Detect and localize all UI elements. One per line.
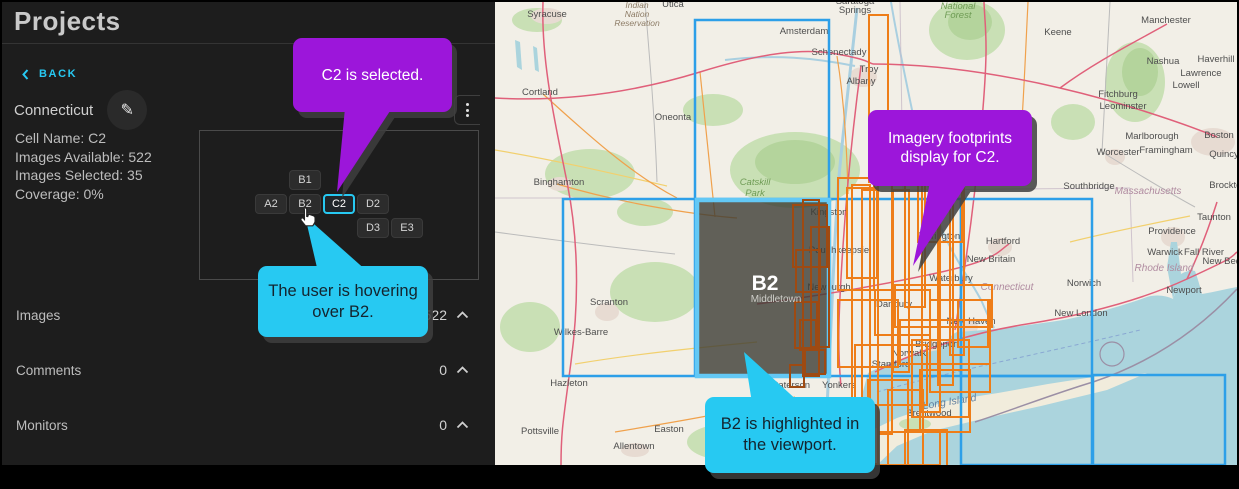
map-label: Albany xyxy=(846,76,875,87)
map-label: Easton xyxy=(654,424,684,435)
map-label: Oneonta xyxy=(655,112,692,123)
map-label: Southbridge xyxy=(1063,181,1114,192)
stat-coverage: Coverage: 0% xyxy=(15,185,104,202)
map-label: Taunton xyxy=(1197,212,1231,223)
map-label: Keene xyxy=(1044,27,1071,38)
app-window: Projects BACK Connecticut ✎ Cell Name: C… xyxy=(0,0,1239,489)
map-label: Springs xyxy=(839,5,871,16)
map-label: Waterbury xyxy=(929,273,973,284)
map-label: Worcester xyxy=(1096,147,1139,158)
map-label: Manchester xyxy=(1141,15,1191,26)
project-name: Connecticut xyxy=(14,101,94,119)
map-label: Allentown xyxy=(613,441,654,452)
map-label: Middletown xyxy=(751,294,802,305)
map-label: Providence xyxy=(1148,226,1196,237)
callout-b2-highlighted: B2 is highlighted in the viewport. xyxy=(705,350,880,476)
map-label: Reservation xyxy=(614,18,660,28)
map-label: Nashua xyxy=(1147,56,1180,67)
map-label: Lowell xyxy=(1173,80,1200,91)
section-comments[interactable]: Comments 0 xyxy=(2,359,483,381)
map-label: Connecticut xyxy=(981,282,1035,293)
map-label: Quincy xyxy=(1209,149,1237,160)
map-label: Marlborough xyxy=(1125,131,1178,142)
callout-text: C2 is selected. xyxy=(293,38,452,112)
map-label: Massachusetts xyxy=(1115,186,1182,197)
map-label: Rhode Island xyxy=(1135,263,1194,274)
dot-icon xyxy=(466,114,469,117)
map-label: Brockton xyxy=(1209,180,1237,191)
stat-images-available: Images Available: 522 xyxy=(15,148,152,165)
page-title: Projects xyxy=(14,6,121,36)
map-label: Warwick xyxy=(1147,247,1183,258)
highlighted-cell-label: B2 xyxy=(752,272,779,295)
hand-cursor-icon xyxy=(300,207,316,227)
map-label: Norwich xyxy=(1067,278,1101,289)
map-label: Catskill xyxy=(740,177,772,188)
callout-c2-selected: C2 is selected. xyxy=(293,38,463,198)
back-label: BACK xyxy=(39,68,78,80)
dot-icon xyxy=(466,103,469,106)
callout-imagery-footprints: Imagery footprints display for C2. xyxy=(868,110,1038,270)
section-label: Monitors xyxy=(16,417,68,433)
callout-text: The user is hovering over B2. xyxy=(258,266,428,337)
chevron-up-icon[interactable] xyxy=(456,366,469,374)
map-label: Schenectady xyxy=(812,47,867,58)
map-label: Park xyxy=(745,188,766,199)
map-label: Framingham xyxy=(1139,145,1192,156)
section-label: Images xyxy=(16,307,61,323)
map-label: Haverhill xyxy=(1198,54,1235,65)
section-count: 0 xyxy=(439,362,447,378)
stat-images-selected: Images Selected: 35 xyxy=(15,167,143,183)
map-label: Leominster xyxy=(1100,101,1147,112)
stat-cell-name: Cell Name: C2 xyxy=(15,130,107,146)
map-label: New London xyxy=(1054,308,1107,319)
callout-text: B2 is highlighted in the viewport. xyxy=(705,397,875,473)
map-label: Cortland xyxy=(522,87,558,98)
minimap-cell-button-A2[interactable]: A2 xyxy=(255,194,287,214)
project-row: Connecticut ✎ xyxy=(14,90,148,130)
map-label: Syracuse xyxy=(527,9,567,20)
map-label: Utica xyxy=(662,2,684,10)
pencil-icon: ✎ xyxy=(120,102,134,119)
section-label: Comments xyxy=(16,362,82,378)
map-label: Hazleton xyxy=(550,378,588,389)
map-label: New Bedford xyxy=(1203,256,1237,267)
map-label: Pottsville xyxy=(521,426,559,437)
cell-stats: Cell Name: C2 Images Available: 522 Imag… xyxy=(15,129,152,203)
dot-icon xyxy=(466,108,469,112)
section-monitors[interactable]: Monitors 0 xyxy=(2,414,483,436)
bottom-letterbox xyxy=(0,465,1239,489)
callout-hover-b2: The user is hovering over B2. xyxy=(258,214,433,340)
map-label: Scranton xyxy=(590,297,628,308)
callout-text: Imagery footprints display for C2. xyxy=(868,110,1032,186)
section-count: 0 xyxy=(439,417,447,433)
chevron-up-icon[interactable] xyxy=(456,421,469,429)
map-label: Boston xyxy=(1204,130,1234,141)
map-label: Forest xyxy=(945,10,972,21)
chevron-up-icon[interactable] xyxy=(456,311,469,319)
map-label: Binghamton xyxy=(534,177,585,188)
map-label: Amsterdam xyxy=(780,26,829,37)
map-label: Lawrence xyxy=(1180,68,1221,79)
map-label: Fitchburg xyxy=(1098,89,1138,100)
chevron-left-icon xyxy=(22,68,29,80)
map-label: Newport xyxy=(1166,285,1202,296)
back-link[interactable]: BACK xyxy=(22,68,77,80)
edit-project-button[interactable]: ✎ xyxy=(107,90,148,130)
